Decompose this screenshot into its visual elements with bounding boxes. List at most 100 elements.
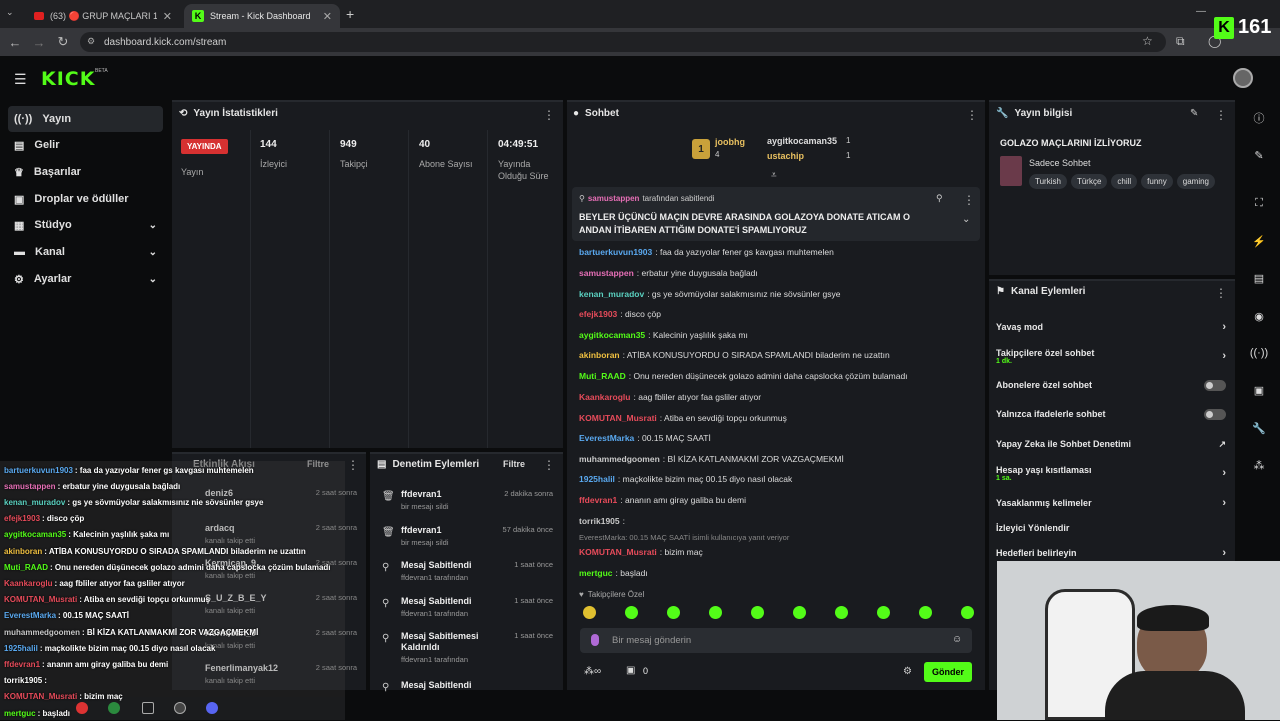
tab-list-icon[interactable]: ⌄ xyxy=(6,7,20,21)
more-options-icon[interactable]: ⋮ xyxy=(543,108,555,122)
close-icon[interactable]: ✕ xyxy=(163,10,172,23)
top-gifter-name[interactable]: ustachip xyxy=(767,151,804,161)
chat-settings-icon[interactable]: ⚙ xyxy=(903,666,912,677)
emote-icon[interactable] xyxy=(793,606,806,619)
emotes-only-action[interactable]: Yalnızca ifadelerle sohbet xyxy=(996,407,1226,421)
chat-icon[interactable]: ◉ xyxy=(1248,305,1270,327)
obs-icon[interactable] xyxy=(174,702,186,714)
filter-button[interactable]: Filtre xyxy=(503,459,525,469)
slow-mode-action[interactable]: Yavaş mod › xyxy=(996,320,1226,334)
chat-username[interactable]: torrik1905 xyxy=(579,516,620,526)
chat-username[interactable]: 1925halil xyxy=(579,474,615,484)
live-badge: YAYINDA xyxy=(181,139,228,154)
sidebar-item-gelir[interactable]: ▤ Gelir xyxy=(8,132,163,158)
avatar[interactable] xyxy=(1233,68,1253,88)
nodes-icon[interactable]: ⁂ xyxy=(1248,454,1270,476)
sidebar-item-yayin[interactable]: ((·)) Yayın xyxy=(8,106,163,132)
list-icon[interactable]: ▤ xyxy=(1248,267,1270,289)
emote-icon[interactable] xyxy=(583,606,596,619)
raid-action[interactable]: İzleyici Yönlendir xyxy=(996,521,1226,535)
chat-username[interactable]: ffdevran1 xyxy=(579,495,617,505)
chat-username[interactable]: efejk1903 xyxy=(579,309,617,319)
kick-logo[interactable]: KICK xyxy=(41,68,95,90)
infinite-icon[interactable]: ⁂∞ xyxy=(584,666,601,677)
bookmark-star-icon[interactable]: ☆ xyxy=(1142,34,1153,48)
close-icon[interactable]: ✕ xyxy=(323,10,332,23)
microphone-icon[interactable] xyxy=(591,634,599,646)
emote-icon[interactable] xyxy=(667,606,680,619)
chat-username[interactable]: mertguc xyxy=(579,568,613,578)
subscribers-only-action[interactable]: Abonelere özel sohbet xyxy=(996,378,1226,392)
chat-username[interactable]: KOMUTAN_Musrati xyxy=(579,547,657,557)
sidebar-item-basarilar[interactable]: ♛ Başarılar xyxy=(8,159,163,185)
chevron-down-icon[interactable]: ⌄ xyxy=(962,214,970,225)
chevron-right-icon: › xyxy=(1222,547,1226,559)
chat-username[interactable]: samustappen xyxy=(579,268,634,278)
send-button[interactable]: Gönder xyxy=(924,662,972,682)
emote-icon[interactable] xyxy=(877,606,890,619)
app-icon[interactable] xyxy=(142,702,154,714)
fullscreen-icon[interactable]: ⛶ xyxy=(1248,192,1270,214)
chat-username[interactable]: EverestMarka xyxy=(579,433,634,443)
tab-title: Stream - Kick Dashboard xyxy=(210,11,311,21)
more-options-icon[interactable]: ⋮ xyxy=(1215,286,1227,300)
sidebar-item-kanal[interactable]: ▬ Kanal ⌄ xyxy=(8,239,163,265)
emote-icon[interactable] xyxy=(625,606,638,619)
toggle-switch[interactable] xyxy=(1204,408,1226,420)
followers-only-action[interactable]: Takipçilere özel sohbet 1 dk. › xyxy=(996,345,1226,367)
banned-words-action[interactable]: Yasaklanmış kelimeler › xyxy=(996,496,1226,510)
unpin-icon[interactable]: ⚲ xyxy=(936,193,943,204)
chat-username[interactable]: akinboran xyxy=(579,350,620,360)
toggle-switch[interactable] xyxy=(1204,379,1226,391)
sidebar-item-ayarlar[interactable]: ⚙ Ayarlar ⌄ xyxy=(8,266,163,292)
reload-icon[interactable]: ↻ xyxy=(54,33,72,51)
back-icon[interactable]: ← xyxy=(6,33,24,51)
new-tab-icon[interactable]: + xyxy=(346,6,354,22)
more-options-icon[interactable]: ⋮ xyxy=(543,458,555,472)
emoji-icon[interactable]: ☺ xyxy=(952,634,962,645)
account-age-action[interactable]: Hesap yaşı kısıtlaması 1 sa. › xyxy=(996,462,1226,484)
more-options-icon[interactable]: ⋮ xyxy=(966,108,978,122)
forward-icon[interactable]: → xyxy=(30,33,48,51)
gift-icon[interactable]: ▣ xyxy=(626,665,635,676)
chat-username[interactable]: KOMUTAN_Musrati xyxy=(579,413,657,423)
chat-username[interactable]: aygitkocaman35 xyxy=(579,330,645,340)
goals-action[interactable]: Hedefleri belirleyin › xyxy=(996,546,1226,560)
ai-moderation-action[interactable]: Yapay Zeka ile Sohbet Denetimi ↗ xyxy=(996,437,1226,451)
chat-username[interactable]: kenan_muradov xyxy=(579,289,644,299)
sidebar-item-studyo[interactable]: ▦ Stüdyo ⌄ xyxy=(8,212,163,238)
expand-icon[interactable]: ⩡ xyxy=(771,170,777,181)
info-icon[interactable]: ⓘ xyxy=(1248,107,1270,129)
emote-icon[interactable] xyxy=(835,606,848,619)
mod-icon[interactable]: ▣ xyxy=(1248,379,1270,401)
chat-username[interactable]: Kaankaroglu xyxy=(579,392,631,402)
url-input[interactable]: dashboard.kick.com/stream xyxy=(80,32,1166,52)
lightning-icon[interactable]: ⚡ xyxy=(1248,230,1270,252)
chat-input[interactable]: Bir mesaj gönderin xyxy=(580,628,972,653)
discord-icon[interactable] xyxy=(206,702,218,714)
emote-icon[interactable] xyxy=(751,606,764,619)
chat-username[interactable]: bartuerkuvun1903 xyxy=(579,247,652,257)
extensions-icon[interactable]: ⧉ xyxy=(1176,34,1185,49)
sidebar-item-droplar[interactable]: ▣ Droplar ve ödüller xyxy=(8,186,163,212)
chat-username[interactable]: Muti_RAAD xyxy=(579,371,626,381)
browser-tab-youtube[interactable]: (63) 🔴 GRUP MAÇLARI 1.G ✕ xyxy=(26,4,180,28)
wrench-icon[interactable]: 🔧 xyxy=(1248,417,1270,439)
site-info-icon[interactable]: ⚙ xyxy=(87,36,95,47)
more-options-icon[interactable]: ⋮ xyxy=(1215,108,1227,122)
browser-tab-kick[interactable]: K Stream - Kick Dashboard ✕ xyxy=(184,4,340,28)
more-options-icon[interactable]: ⋮ xyxy=(963,193,975,207)
edit-icon[interactable]: ✎ xyxy=(1190,108,1198,119)
category-name[interactable]: Sadece Sohbet xyxy=(1029,158,1091,168)
top-gifter-name[interactable]: joobhg xyxy=(715,137,745,147)
emote-icon[interactable] xyxy=(709,606,722,619)
hamburger-menu-icon[interactable]: ☰ xyxy=(14,71,27,88)
emote-icon[interactable] xyxy=(961,606,974,619)
broadcast-icon[interactable]: ((·)) xyxy=(1248,342,1270,364)
chat-username[interactable]: muhammedgoomen xyxy=(579,454,660,464)
emote-icon[interactable] xyxy=(919,606,932,619)
minimize-icon[interactable]: — xyxy=(1196,6,1206,17)
edit-icon[interactable]: ✎ xyxy=(1248,144,1270,166)
top-gifter-name[interactable]: aygitkocaman35 xyxy=(767,136,837,146)
more-options-icon[interactable]: ⋮ xyxy=(347,458,359,472)
